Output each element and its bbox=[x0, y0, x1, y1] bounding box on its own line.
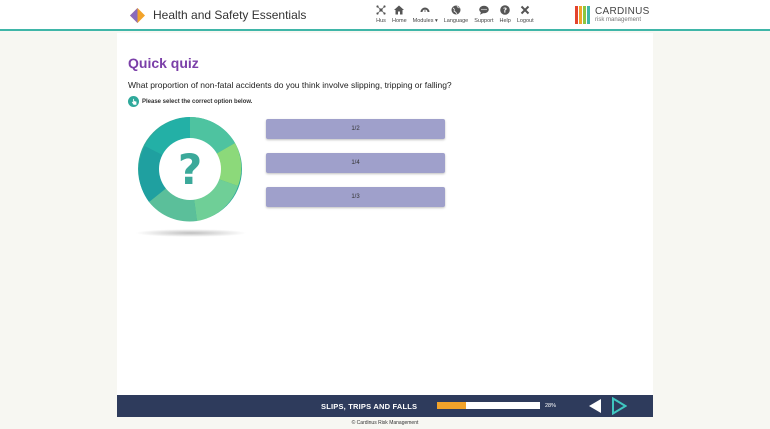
home-icon bbox=[394, 5, 405, 15]
instruction: Please select the correct option below. bbox=[128, 96, 252, 107]
nav-label: Hus bbox=[376, 18, 386, 24]
nav-label: Help bbox=[499, 18, 511, 24]
progress-percent: 28% bbox=[545, 403, 557, 409]
footer-bar: SLIPS, TRIPS AND FALLS 28% bbox=[117, 395, 653, 417]
main-content: Quick quiz What proportion of non-fatal … bbox=[117, 33, 653, 395]
next-arrow-icon[interactable] bbox=[611, 397, 627, 415]
nav-label: Support bbox=[474, 18, 494, 24]
logo-icon bbox=[130, 8, 145, 23]
brand-subtitle: risk management bbox=[595, 17, 642, 23]
top-nav: Hus Home Modules ▾ Language Support ? He… bbox=[376, 5, 540, 24]
page-title: Quick quiz bbox=[128, 55, 199, 71]
pointer-hand-icon bbox=[128, 96, 139, 107]
section-title: SLIPS, TRIPS AND FALLS bbox=[321, 402, 418, 411]
progress-bar bbox=[437, 402, 540, 409]
answer-option-2[interactable]: 1/4 bbox=[266, 153, 445, 173]
brand-bars-icon bbox=[575, 6, 591, 24]
instruction-text: Please select the correct option below. bbox=[142, 98, 253, 105]
nav-hus[interactable]: Hus bbox=[376, 5, 386, 24]
brand-name: CARDINUS bbox=[595, 6, 650, 17]
chat-icon bbox=[479, 5, 489, 15]
progress-fill bbox=[437, 402, 466, 409]
nav-modules[interactable]: Modules ▾ bbox=[413, 5, 438, 24]
help-icon: ? bbox=[500, 5, 510, 15]
globe-icon bbox=[451, 5, 461, 15]
nav-label: Logout bbox=[516, 18, 534, 24]
nav-label: Language bbox=[443, 18, 469, 24]
copyright: © Cardinus Risk Management bbox=[351, 420, 419, 426]
close-icon bbox=[521, 5, 530, 15]
modules-icon bbox=[420, 7, 430, 12]
brand-logo: CARDINUS risk management bbox=[575, 6, 650, 24]
illustration-shadow bbox=[135, 229, 247, 237]
nav-label: Modules ▾ bbox=[412, 18, 438, 24]
quiz-question: What proportion of non-fatal accidents d… bbox=[128, 80, 452, 90]
nav-language[interactable]: Language bbox=[444, 5, 468, 24]
nav-support[interactable]: Support bbox=[474, 5, 494, 24]
nav-help[interactable]: ? Help bbox=[500, 5, 511, 24]
nav-home[interactable]: Home bbox=[392, 5, 407, 24]
answer-option-1[interactable]: 1/2 bbox=[266, 119, 445, 139]
app-title: Health and Safety Essentials bbox=[153, 8, 307, 22]
svg-text:?: ? bbox=[503, 7, 507, 15]
top-bar: Health and Safety Essentials Hus Home Mo… bbox=[0, 0, 770, 31]
nav-logout[interactable]: Logout bbox=[517, 5, 534, 24]
hub-icon bbox=[376, 5, 386, 15]
svg-text:?: ? bbox=[178, 145, 202, 194]
previous-arrow-icon[interactable] bbox=[588, 398, 602, 414]
question-mark-illustration-icon: ? bbox=[138, 117, 242, 222]
answer-option-3[interactable]: 1/3 bbox=[266, 187, 445, 207]
nav-label: Home bbox=[392, 18, 407, 24]
